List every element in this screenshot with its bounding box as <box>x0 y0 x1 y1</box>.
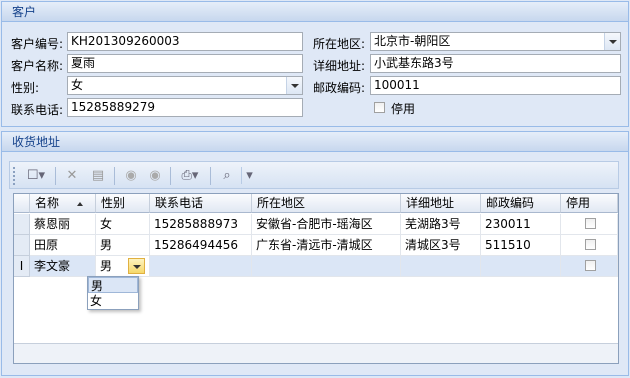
toolbar-grip <box>13 167 15 185</box>
more-icon[interactable]: ▾ <box>241 167 257 184</box>
phone-input[interactable]: 15285889279 <box>67 98 303 117</box>
cell-postal[interactable]: 230011 <box>481 214 561 235</box>
customer-name-input[interactable]: 夏雨 <box>67 54 303 73</box>
new-icon[interactable]: ☐▾ <box>23 167 49 184</box>
delete-icon[interactable]: ✕ <box>61 167 83 184</box>
chevron-down-icon[interactable] <box>286 77 302 94</box>
region-combo[interactable]: 北京市-朝阳区 <box>370 32 621 51</box>
customer-name-label: 客户名称: <box>11 59 64 73</box>
address-label: 详细地址: <box>313 59 366 73</box>
cell-postal[interactable] <box>481 256 561 277</box>
shipping-group-title: 收货地址 <box>2 132 628 152</box>
toolbar-separator <box>170 167 171 185</box>
cell-phone[interactable]: 15285888973 <box>150 214 252 235</box>
dropdown-option[interactable]: 女 <box>88 293 138 309</box>
gender-editor-value: 男 <box>100 259 113 273</box>
cell-disabled[interactable] <box>561 214 618 235</box>
chevron-down-icon[interactable] <box>128 258 145 274</box>
cell-name[interactable]: 李文豪 <box>30 256 96 277</box>
gender-label: 性别: <box>11 81 40 95</box>
region-combo-value: 北京市-朝阳区 <box>374 34 451 48</box>
gender-cell-editor[interactable]: 男 <box>96 256 150 277</box>
cell-region[interactable] <box>252 256 401 277</box>
postal-input[interactable]: 100011 <box>370 76 621 95</box>
address-input[interactable]: 小武基东路3号 <box>370 54 621 73</box>
toolbar-separator <box>210 167 211 185</box>
row-disabled-checkbox[interactable] <box>585 239 596 250</box>
cell-address[interactable]: 清城区3号 <box>401 235 481 256</box>
print-icon[interactable]: ⎙▾ <box>175 167 205 184</box>
column-header-phone[interactable]: 联系电话 <box>150 194 252 213</box>
row-indicator[interactable] <box>14 214 30 235</box>
cell-region[interactable]: 广东省-清远市-清城区 <box>252 235 401 256</box>
shipping-group: 收货地址 ☐▾ ✕ ▤ ◉ ◉ ⎙▾ ⌕ ▾ 名称 性别 联系电话 所在地区 详… <box>1 131 629 376</box>
customer-code-label: 客户编号: <box>11 37 64 51</box>
column-header-region[interactable]: 所在地区 <box>252 194 401 213</box>
region-label: 所在地区: <box>313 37 366 51</box>
postal-label: 邮政编码: <box>313 81 366 95</box>
row-disabled-checkbox[interactable] <box>585 218 596 229</box>
phone-label: 联系电话: <box>11 103 64 117</box>
cell-gender[interactable]: 男 <box>96 235 150 256</box>
gender-combo-value: 女 <box>71 78 84 92</box>
edit-row-indicator[interactable]: I <box>14 256 30 277</box>
column-header-gender[interactable]: 性别 <box>96 194 150 213</box>
cell-name[interactable]: 蔡恩丽 <box>30 214 96 235</box>
gender-combo[interactable]: 女 <box>67 76 303 95</box>
row-indicator[interactable] <box>14 235 30 256</box>
column-header-postal[interactable]: 邮政编码 <box>481 194 561 213</box>
cell-disabled[interactable] <box>561 235 618 256</box>
cell-postal[interactable]: 511510 <box>481 235 561 256</box>
cell-address[interactable]: 芜湖路3号 <box>401 214 481 235</box>
up-icon[interactable]: ◉ <box>120 167 142 184</box>
chevron-down-icon[interactable] <box>604 33 620 50</box>
row-disabled-checkbox[interactable] <box>585 260 596 271</box>
customer-group-title: 客户 <box>2 2 628 22</box>
down-icon[interactable]: ◉ <box>144 167 166 184</box>
column-header-address[interactable]: 详细地址 <box>401 194 481 213</box>
cell-phone[interactable] <box>150 256 252 277</box>
grid-toolbar: ☐▾ ✕ ▤ ◉ ◉ ⎙▾ ⌕ ▾ <box>9 161 619 189</box>
customer-group: 客户 客户编号: KH201309260003 客户名称: 夏雨 性别: 女 联… <box>1 1 629 127</box>
grid-corner <box>14 194 30 213</box>
cell-name[interactable]: 田原 <box>30 235 96 256</box>
toolbar-separator <box>55 167 56 185</box>
save-icon[interactable]: ▤ <box>87 167 109 184</box>
disabled-checkbox[interactable] <box>374 102 385 113</box>
grid-footer <box>14 343 618 363</box>
disabled-label: 停用 <box>391 102 416 116</box>
cell-disabled[interactable] <box>561 256 618 277</box>
cell-gender[interactable]: 女 <box>96 214 150 235</box>
cell-address[interactable] <box>401 256 481 277</box>
dropdown-option[interactable]: 男 <box>88 277 138 293</box>
gender-dropdown-list: 男 女 <box>87 276 139 310</box>
column-header-disabled[interactable]: 停用 <box>561 194 618 213</box>
cell-region[interactable]: 安徽省-合肥市-瑶海区 <box>252 214 401 235</box>
column-header-name[interactable]: 名称 <box>30 194 96 213</box>
cell-phone[interactable]: 15286494456 <box>150 235 252 256</box>
search-icon[interactable]: ⌕ <box>216 167 238 184</box>
customer-code-input[interactable]: KH201309260003 <box>67 32 303 51</box>
toolbar-separator <box>114 167 115 185</box>
sort-ascending-icon <box>77 201 84 206</box>
